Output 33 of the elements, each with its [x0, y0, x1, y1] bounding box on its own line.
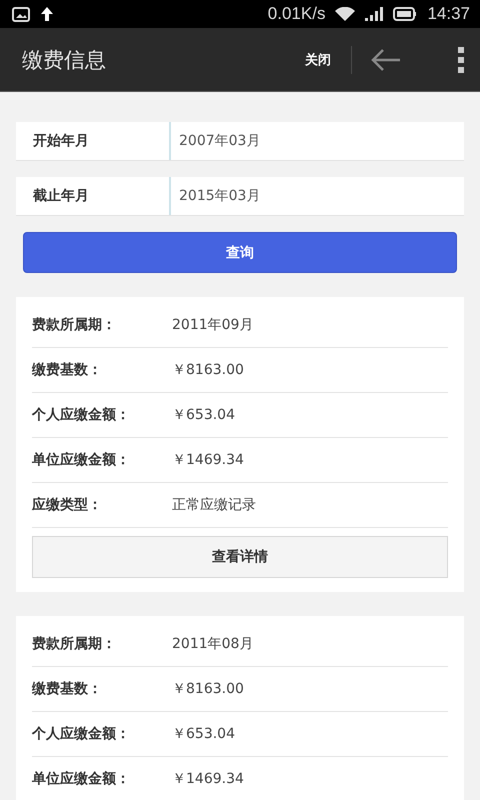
page-title: 缴费信息: [22, 46, 106, 74]
battery-icon: [393, 7, 418, 21]
close-button[interactable]: 关闭: [299, 46, 337, 72]
back-arrow-icon[interactable]: [370, 48, 402, 72]
clock-time: 14:37: [427, 4, 470, 24]
record-label: 个人应缴金额：: [32, 725, 131, 743]
record-value: ￥8163.00: [172, 361, 244, 379]
query-button[interactable]: 查询: [23, 232, 457, 273]
upload-arrow-icon: [40, 6, 54, 22]
record-value: 2011年09月: [172, 316, 254, 334]
record-value: 2011年08月: [172, 635, 254, 653]
more-menu-icon[interactable]: [458, 46, 464, 72]
record-value: 正常应缴记录: [172, 496, 256, 514]
record-label: 缴费基数：: [32, 361, 103, 379]
record-value: ￥8163.00: [172, 680, 244, 698]
record-value: ￥653.04: [172, 725, 235, 743]
view-details-button[interactable]: 查看详情: [32, 536, 448, 578]
record-label: 单位应缴金额：: [32, 770, 131, 788]
network-speed: 0.01K/s: [268, 4, 326, 24]
image-icon: [12, 6, 30, 22]
record-label: 单位应缴金额：: [32, 451, 131, 469]
record-value: ￥653.04: [172, 406, 235, 424]
record-label: 缴费基数：: [32, 680, 103, 698]
field-label: 截止年月: [32, 187, 90, 205]
field-label: 开始年月: [32, 132, 90, 150]
record-label: 个人应缴金额：: [32, 406, 131, 424]
record-label: 应缴类型：: [32, 496, 103, 514]
record-value: ￥1469.34: [172, 770, 244, 788]
wifi-icon: [335, 6, 356, 22]
record-label: 费款所属期：: [32, 316, 117, 334]
record-value: ￥1469.34: [172, 451, 244, 469]
signal-icon: [365, 7, 384, 21]
record-label: 费款所属期：: [32, 635, 117, 653]
